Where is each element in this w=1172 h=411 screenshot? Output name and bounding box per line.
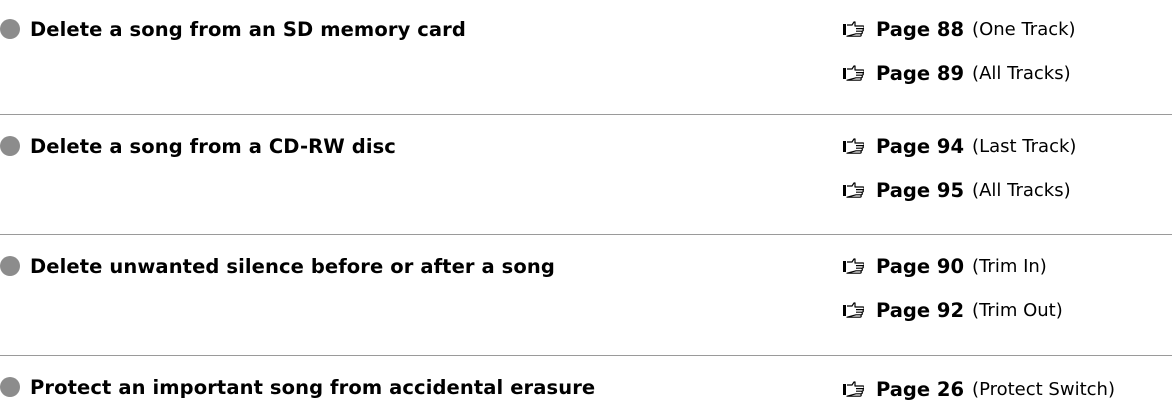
task-item: Protect an important song from accidenta… — [0, 372, 595, 402]
page-reference[interactable]: Page 94 (Last Track) — [842, 131, 1076, 161]
page-number: Page 89 — [876, 61, 965, 85]
page-reference[interactable]: Page 88 (One Track) — [842, 14, 1076, 44]
page-references: Page 88 (One Track) Page 89 (All Tracks) — [842, 14, 1076, 88]
bullet-icon — [0, 19, 20, 39]
page-number: Page 92 — [876, 298, 965, 322]
page-references: Page 94 (Last Track) Page 95 (All Tracks… — [842, 131, 1076, 205]
page-reference[interactable]: Page 95 (All Tracks) — [842, 175, 1076, 205]
section-divider — [0, 234, 1172, 235]
page-note: (Trim In) — [972, 255, 1047, 277]
page-references: Page 90 (Trim In) Page 92 (Trim Out) — [842, 251, 1063, 325]
page-number: Page 95 — [876, 178, 965, 202]
page-note: (All Tracks) — [972, 179, 1071, 201]
page-references: Page 26 (Protect Switch) — [842, 374, 1115, 404]
task-label: Delete unwanted silence before or after … — [30, 254, 555, 278]
page-reference[interactable]: Page 89 (All Tracks) — [842, 58, 1076, 88]
pointing-hand-icon — [843, 182, 864, 198]
page-note: (Trim Out) — [972, 299, 1063, 321]
page-number: Page 94 — [876, 134, 965, 158]
section-divider — [0, 114, 1172, 115]
page-note: (All Tracks) — [972, 62, 1071, 84]
task-item: Delete a song from an SD memory card — [0, 14, 466, 44]
task-item: Delete unwanted silence before or after … — [0, 251, 555, 281]
page-note: (Last Track) — [972, 135, 1077, 157]
task-label: Delete a song from an SD memory card — [30, 17, 466, 41]
task-label: Delete a song from a CD-RW disc — [30, 134, 396, 158]
bullet-icon — [0, 136, 20, 156]
task-label: Protect an important song from accidenta… — [30, 375, 596, 399]
page-note: (One Track) — [972, 18, 1076, 40]
page-reference[interactable]: Page 26 (Protect Switch) — [842, 374, 1115, 404]
pointing-hand-icon — [843, 381, 864, 397]
pointing-hand-icon — [843, 65, 864, 81]
page-reference[interactable]: Page 90 (Trim In) — [842, 251, 1063, 281]
page-reference[interactable]: Page 92 (Trim Out) — [842, 295, 1063, 325]
task-item: Delete a song from a CD-RW disc — [0, 131, 396, 161]
section-divider — [0, 355, 1172, 356]
pointing-hand-icon — [843, 21, 864, 37]
bullet-icon — [0, 377, 20, 397]
pointing-hand-icon — [843, 302, 864, 318]
page-note: (Protect Switch) — [972, 378, 1115, 400]
pointing-hand-icon — [843, 258, 864, 274]
bullet-icon — [0, 256, 20, 276]
page-number: Page 88 — [876, 17, 965, 41]
page-number: Page 26 — [876, 377, 965, 401]
pointing-hand-icon — [843, 138, 864, 154]
page-number: Page 90 — [876, 254, 965, 278]
